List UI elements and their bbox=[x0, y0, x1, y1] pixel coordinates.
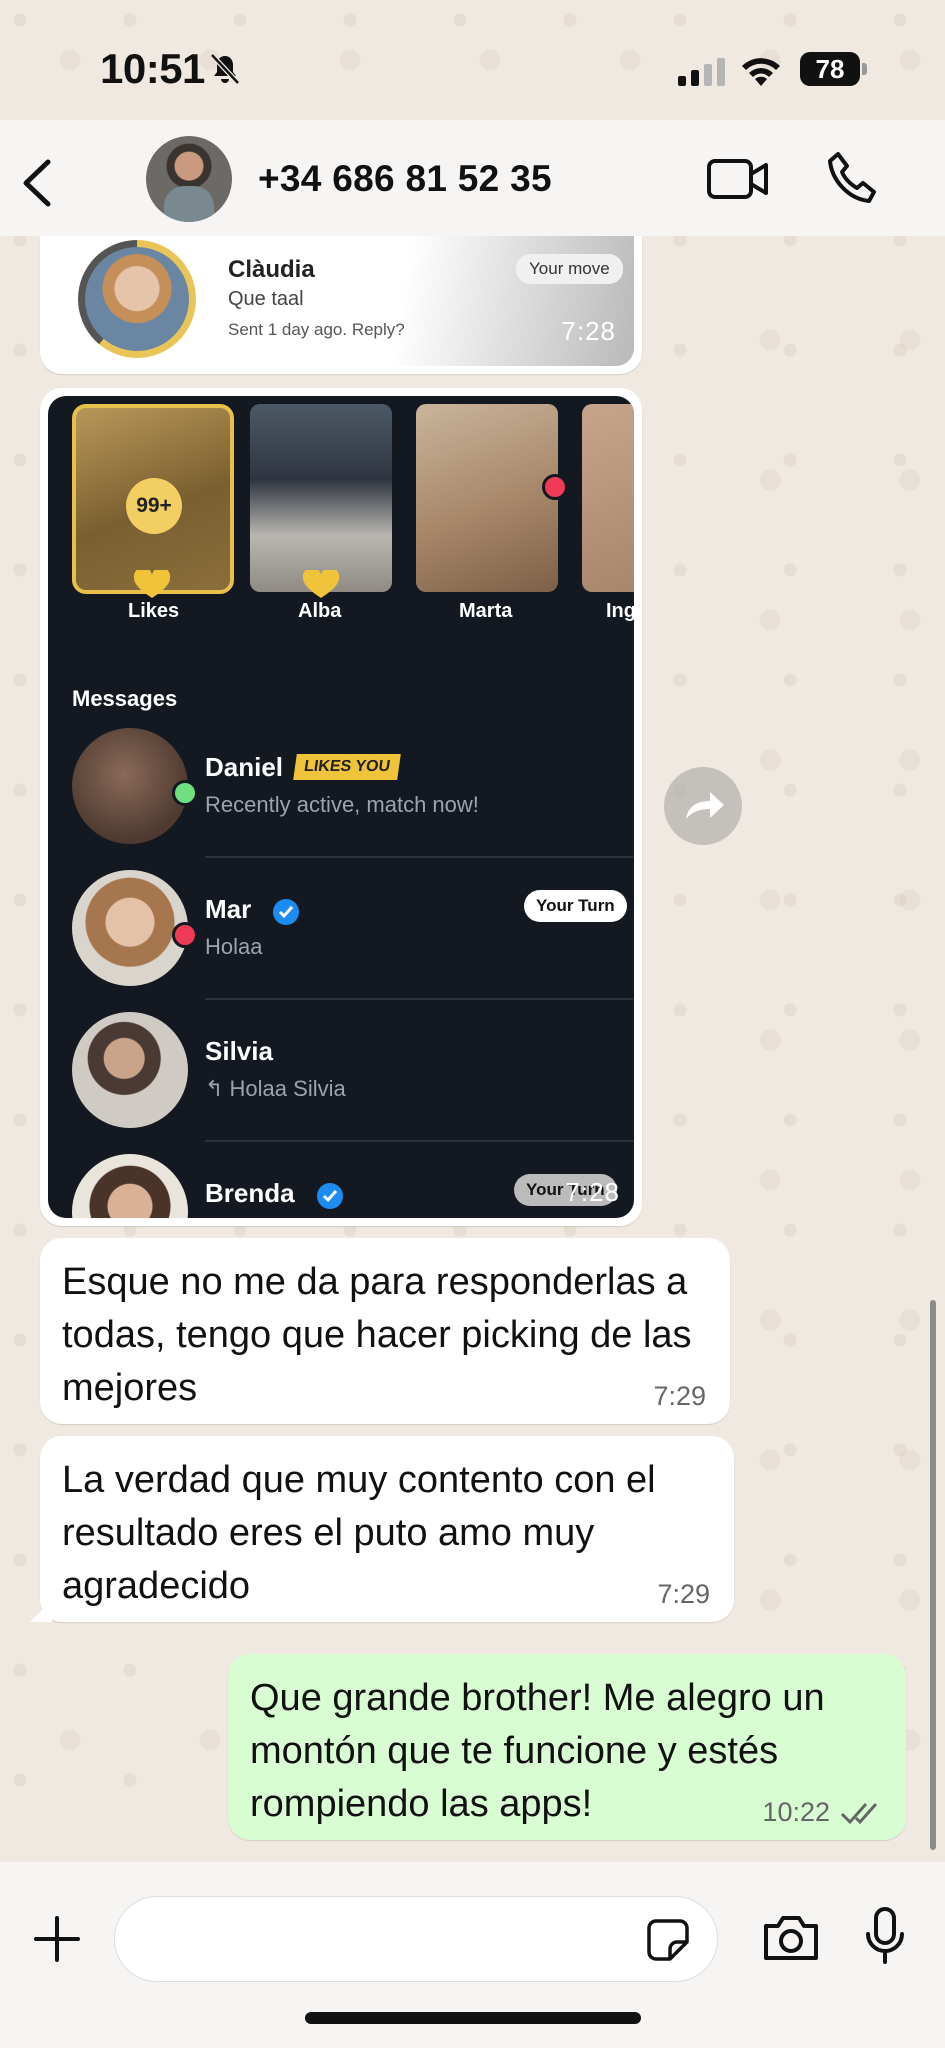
match-subtext: Sent 1 day ago. Reply? bbox=[228, 320, 405, 339]
contact-avatar[interactable] bbox=[146, 136, 232, 222]
outgoing-message[interactable]: Que grande brother! Me alegro un montón … bbox=[228, 1654, 906, 1840]
unread-dot bbox=[172, 922, 198, 948]
battery-level: 78 bbox=[800, 52, 860, 86]
conversation-avatar bbox=[72, 728, 188, 844]
match-avatar bbox=[85, 247, 189, 351]
battery-cap bbox=[862, 63, 867, 75]
incoming-message[interactable]: La verdad que muy contento con el result… bbox=[30, 1436, 734, 1622]
conversation-avatar bbox=[72, 1012, 188, 1128]
conversation-name: Daniel bbox=[205, 752, 284, 782]
message-time: 7:29 bbox=[657, 1579, 710, 1609]
app-screenshot: 99+ Likes Alba Marta Ingr Messages Danie… bbox=[48, 396, 634, 1218]
message-time: 7:29 bbox=[653, 1381, 706, 1411]
story-label-marta: Marta bbox=[459, 600, 513, 622]
conversation-row: Mar Your Turn Holaa bbox=[48, 858, 634, 1000]
verified-badge-icon bbox=[273, 899, 299, 925]
plus-icon[interactable] bbox=[32, 1914, 82, 1964]
bell-muted-icon bbox=[210, 53, 240, 85]
camera-icon[interactable] bbox=[762, 1912, 820, 1962]
status-bar: 10:51 78 bbox=[0, 0, 945, 120]
conversation-row: Brenda Your Turn bbox=[48, 1142, 634, 1218]
message-time: 7:28 bbox=[561, 316, 616, 346]
story-likes: 99+ bbox=[72, 404, 234, 594]
image-message-app-screenshot[interactable]: 99+ Likes Alba Marta Ingr Messages Danie… bbox=[40, 388, 642, 1226]
verified-badge-icon bbox=[317, 1183, 343, 1209]
match-card: Clàudia Que taal Sent 1 day ago. Reply? … bbox=[48, 214, 634, 366]
conversation-row: Daniel LIKES YOU Recently active, match … bbox=[48, 716, 634, 858]
message-time: 7:28 bbox=[565, 1177, 620, 1207]
message-input-bar bbox=[0, 1862, 945, 2048]
conversation-name: Brenda bbox=[205, 1178, 295, 1208]
message-text: La verdad que muy contento con el result… bbox=[62, 1459, 656, 1607]
wifi-icon bbox=[742, 58, 780, 86]
story-label-ingr: Ingr bbox=[606, 600, 634, 622]
forward-arrow-icon bbox=[686, 792, 724, 819]
chevron-left-icon[interactable] bbox=[18, 158, 58, 208]
conversation-preview: Holaa bbox=[205, 934, 263, 959]
phone-icon[interactable] bbox=[826, 150, 878, 206]
scrollbar[interactable] bbox=[930, 1300, 936, 1850]
conversation-preview-text: Holaa Silvia bbox=[229, 1076, 346, 1101]
your-turn-badge: Your Turn bbox=[524, 890, 627, 922]
conversation-preview: Recently active, match now! bbox=[205, 792, 479, 817]
home-indicator bbox=[305, 2012, 641, 2024]
message-input[interactable] bbox=[114, 1896, 718, 1982]
story-label-alba: Alba bbox=[298, 600, 342, 622]
chat-header: +34 686 81 52 35 bbox=[0, 120, 945, 236]
story-label-likes: Likes bbox=[128, 600, 180, 622]
message-text: Esque no me da para responderlas a todas… bbox=[62, 1261, 692, 1409]
status-time: 10:51 bbox=[100, 45, 205, 92]
incoming-message[interactable]: Esque no me da para responderlas a todas… bbox=[40, 1238, 730, 1424]
likes-you-badge: LIKES YOU bbox=[293, 754, 401, 780]
match-text: Que taal bbox=[228, 288, 304, 310]
conversation-preview: ↰ Holaa Silvia bbox=[205, 1076, 346, 1102]
online-dot bbox=[172, 780, 198, 806]
microphone-icon[interactable] bbox=[864, 1906, 906, 1966]
image-message-match[interactable]: Clàudia Que taal Sent 1 day ago. Reply? … bbox=[40, 214, 642, 374]
reply-arrow-icon: ↰ bbox=[205, 1076, 230, 1101]
match-name: Clàudia bbox=[228, 256, 315, 283]
conversation-row: Silvia ↰ Holaa Silvia bbox=[48, 1000, 634, 1142]
message-time: 10:22 bbox=[762, 1797, 830, 1827]
your-move-badge: Your move bbox=[516, 254, 623, 284]
forward-button[interactable] bbox=[664, 767, 742, 845]
heart-hand-icon bbox=[302, 570, 340, 598]
story-ingr bbox=[582, 404, 634, 592]
cellular-signal-icon bbox=[678, 58, 725, 86]
story-alba bbox=[250, 404, 392, 592]
video-camera-icon[interactable] bbox=[706, 156, 770, 202]
sticker-icon[interactable] bbox=[646, 1918, 690, 1962]
messages-section-title: Messages bbox=[72, 686, 178, 711]
conversation-name: Silvia bbox=[205, 1036, 273, 1066]
conversation-avatar bbox=[72, 870, 188, 986]
unread-dot bbox=[542, 474, 568, 500]
story-marta bbox=[416, 404, 558, 592]
contact-name[interactable]: +34 686 81 52 35 bbox=[258, 158, 552, 200]
conversation-avatar bbox=[72, 1154, 188, 1218]
conversation-name: Mar bbox=[205, 894, 252, 924]
heart-hand-icon bbox=[133, 570, 171, 598]
double-check-icon bbox=[840, 1803, 878, 1825]
likes-count: 99+ bbox=[126, 478, 182, 534]
